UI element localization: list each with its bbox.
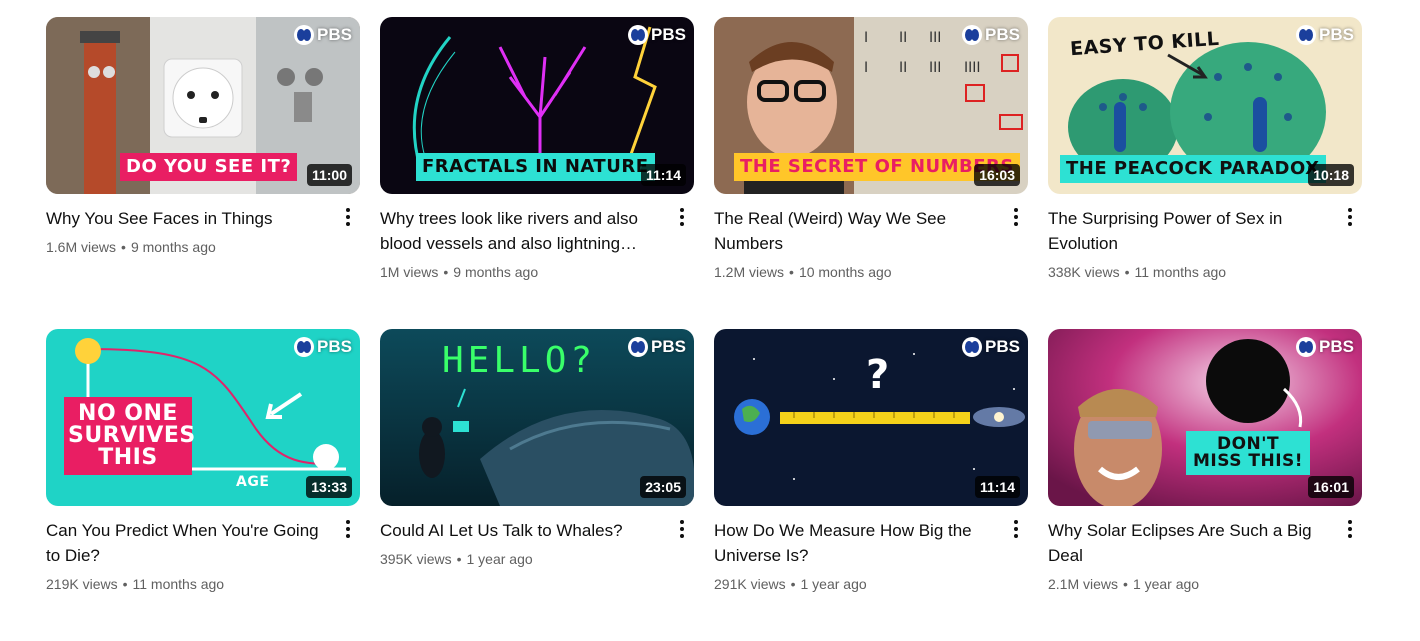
thumbnail-caption: FRACTALS IN NATURE (416, 153, 655, 181)
pbs-badge: PBS (628, 25, 686, 45)
video-card[interactable]: FRACTALS IN NATURE PBS 11:14 Why trees l… (380, 17, 694, 329)
duration-badge: 13:33 (306, 476, 352, 498)
pbs-logo-icon (628, 25, 649, 45)
pbs-badge: PBS (962, 337, 1020, 357)
upload-age: 9 months ago (130, 239, 216, 255)
view-count: 395K views (380, 551, 452, 567)
view-count: 338K views (1048, 264, 1120, 280)
video-card[interactable]: DO YOU SEE IT? PBS 11:00 Why You See Fac… (46, 17, 360, 329)
thumbnail-caption: THE PEACOCK PARADOX (1060, 155, 1326, 183)
axis-label-caption: AGE (236, 474, 270, 490)
video-thumbnail[interactable]: EASY TO KILL THE PEACOCK PARADOX PBS 10:… (1048, 17, 1362, 194)
video-title[interactable]: Can You Predict When You're Going to Die… (46, 518, 328, 568)
duration-badge: 23:05 (640, 476, 686, 498)
video-title[interactable]: Why trees look like rivers and also bloo… (380, 206, 662, 256)
video-card[interactable]: EASY TO KILL THE PEACOCK PARADOX PBS 10:… (1048, 17, 1362, 329)
upload-age: 11 months ago (132, 576, 225, 592)
pbs-badge: PBS (628, 337, 686, 357)
video-stats: 2.1M views • 1 year ago (1048, 576, 1200, 592)
video-stats: 395K views • 1 year ago (380, 551, 533, 567)
svg-text:II: II (899, 60, 907, 76)
video-stats: 1.2M views • 10 months ago (714, 264, 892, 280)
thumbnail-caption: NO ONE SURVIVES THIS (64, 397, 195, 475)
svg-text:I: I (864, 30, 868, 46)
video-stats: 1.6M views • 9 months ago (46, 239, 216, 255)
video-title[interactable]: Why Solar Eclipses Are Such a Big Deal (1048, 518, 1330, 568)
video-title[interactable]: The Real (Weird) Way We See Numbers (714, 206, 996, 256)
video-card[interactable]: DON'T MISS THIS! PBS 16:01 Why Solar Ecl… (1048, 329, 1362, 641)
duration-badge: 10:18 (1308, 164, 1354, 186)
video-card[interactable]: NO ONE SURVIVES THIS AGE PBS 13:33 Can Y… (46, 329, 360, 641)
view-count: 1M views (380, 264, 439, 280)
video-stats: 338K views • 11 months ago (1048, 264, 1227, 280)
svg-text:III: III (929, 30, 941, 46)
duration-badge: 16:03 (974, 164, 1020, 186)
duration-badge: 11:00 (306, 164, 352, 186)
pbs-badge: PBS (294, 25, 352, 45)
duration-badge: 11:14 (974, 476, 1020, 498)
thumbnail-caption: DON'T MISS THIS! (1186, 431, 1310, 475)
video-stats: 1M views • 9 months ago (380, 264, 539, 280)
pbs-badge: PBS (962, 25, 1020, 45)
pbs-badge: PBS (1296, 337, 1354, 357)
video-title[interactable]: How Do We Measure How Big the Universe I… (714, 518, 996, 568)
svg-text:III: III (929, 60, 941, 76)
pbs-logo-icon (628, 337, 649, 357)
more-options-icon[interactable] (1004, 517, 1028, 541)
pbs-logo-icon (294, 25, 315, 45)
view-count: 1.2M views (714, 264, 785, 280)
video-thumbnail[interactable]: FRACTALS IN NATURE PBS 11:14 (380, 17, 694, 194)
pbs-logo-icon (1296, 25, 1317, 45)
view-count: 291K views (714, 576, 786, 592)
upload-age: 1 year ago (466, 551, 533, 567)
thumbnail-caption: HELLO? (442, 340, 597, 381)
duration-badge: 16:01 (1308, 476, 1354, 498)
video-grid: DO YOU SEE IT? PBS 11:00 Why You See Fac… (46, 17, 1363, 641)
pbs-badge: PBS (1296, 25, 1354, 45)
video-title[interactable]: Could AI Let Us Talk to Whales? (380, 518, 662, 543)
video-stats: 291K views • 1 year ago (714, 576, 867, 592)
video-thumbnail[interactable]: HELLO? PBS 23:05 (380, 329, 694, 506)
svg-text:IIII: IIII (964, 60, 981, 76)
pbs-logo-icon (962, 25, 983, 45)
upload-age: 1 year ago (800, 576, 867, 592)
more-options-icon[interactable] (336, 517, 360, 541)
more-options-icon[interactable] (670, 517, 694, 541)
video-thumbnail[interactable]: ? PBS 11:14 (714, 329, 1028, 506)
more-options-icon[interactable] (1338, 517, 1362, 541)
pbs-logo-icon (962, 337, 983, 357)
video-card[interactable]: ? PBS 11:14 How Do We Measure How Big th… (714, 329, 1028, 641)
upload-age: 11 months ago (1134, 264, 1227, 280)
video-title[interactable]: Why You See Faces in Things (46, 206, 328, 231)
thumbnail-caption: DO YOU SEE IT? (120, 153, 298, 181)
upload-age: 10 months ago (798, 264, 892, 280)
pbs-logo-icon (1296, 337, 1317, 357)
pbs-badge: PBS (294, 337, 352, 357)
video-title[interactable]: The Surprising Power of Sex in Evolution (1048, 206, 1330, 256)
thumbnail-caption: ? (866, 352, 890, 398)
upload-age: 1 year ago (1132, 576, 1200, 592)
video-thumbnail[interactable]: I II III I II III IIII THE SECRET OF NUMBERS … (714, 17, 1028, 194)
more-options-icon[interactable] (336, 205, 360, 229)
more-options-icon[interactable] (1004, 205, 1028, 229)
pbs-logo-icon (294, 337, 315, 357)
view-count: 219K views (46, 576, 118, 592)
video-stats: 219K views • 11 months ago (46, 576, 225, 592)
video-card[interactable]: HELLO? PBS 23:05 Could AI Let Us Talk to… (380, 329, 694, 641)
svg-text:I: I (864, 60, 868, 76)
more-options-icon[interactable] (670, 205, 694, 229)
duration-badge: 11:14 (640, 164, 686, 186)
upload-age: 9 months ago (453, 264, 539, 280)
video-thumbnail[interactable]: DO YOU SEE IT? PBS 11:00 (46, 17, 360, 194)
video-thumbnail[interactable]: NO ONE SURVIVES THIS AGE PBS 13:33 (46, 329, 360, 506)
video-card[interactable]: I II III I II III IIII THE SECRET OF NUMBERS … (714, 17, 1028, 329)
view-count: 1.6M views (46, 239, 117, 255)
video-thumbnail[interactable]: DON'T MISS THIS! PBS 16:01 (1048, 329, 1362, 506)
svg-text:II: II (899, 30, 907, 46)
more-options-icon[interactable] (1338, 205, 1362, 229)
view-count: 2.1M views (1048, 576, 1119, 592)
